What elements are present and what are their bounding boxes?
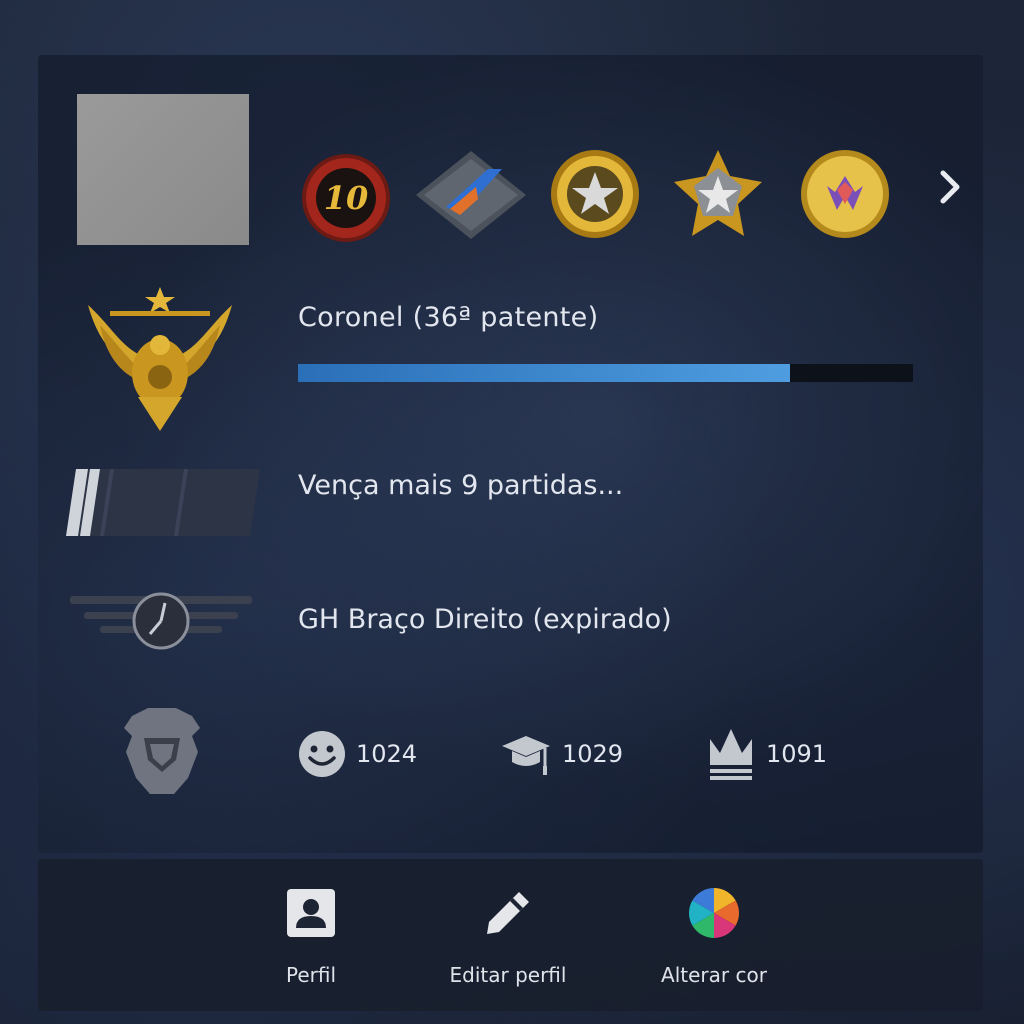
change-color-button[interactable]: Alterar cor — [629, 885, 799, 987]
rank-name: Coronel (36ª patente) — [298, 302, 599, 333]
service-medal-icon — [70, 590, 252, 652]
crown-icon — [710, 729, 752, 780]
profile-button[interactable]: Perfil — [226, 885, 396, 987]
commend-friendly-count: 1024 — [356, 740, 418, 768]
rank-emblem-icon — [80, 285, 240, 435]
graduation-cap-icon — [502, 736, 550, 775]
wins-remaining-text: Vença mais 9 partidas... — [298, 470, 624, 501]
avatar[interactable] — [77, 94, 249, 245]
commend-teacher: 1029 — [500, 730, 623, 778]
chevron-right-icon — [940, 170, 960, 204]
service-medal-text: GH Braço Direito (expirado) — [298, 604, 672, 635]
commend-teacher-count: 1029 — [562, 740, 624, 768]
change-color-button-label: Alterar cor — [661, 963, 767, 987]
edit-profile-button[interactable]: Editar perfil — [423, 885, 593, 987]
commend-friendly: 1024 — [298, 730, 417, 778]
edit-profile-button-label: Editar perfil — [449, 963, 567, 987]
smile-icon — [299, 731, 345, 777]
gold-crest-coin-icon[interactable] — [797, 146, 893, 242]
xp-progress-bar — [298, 364, 913, 382]
profile-card-icon — [287, 889, 335, 937]
operation-coin-icon[interactable] — [416, 147, 526, 243]
commend-leader-count: 1091 — [766, 740, 828, 768]
pencil-icon — [487, 892, 529, 934]
team-logo-icon — [118, 706, 206, 798]
wins-badge-icon — [66, 469, 260, 536]
xp-progress-fill — [298, 364, 790, 382]
gold-star-coin-icon[interactable] — [547, 146, 643, 242]
profile-button-label: Perfil — [285, 963, 337, 987]
ten-year-coin-icon[interactable]: 10 — [298, 150, 394, 246]
pin-label: 10 — [324, 179, 369, 217]
commend-leader: 1091 — [706, 729, 828, 780]
next-pins-button[interactable] — [930, 165, 970, 209]
star-pentagon-pin-icon[interactable] — [670, 146, 766, 242]
color-wheel-icon — [689, 888, 739, 938]
